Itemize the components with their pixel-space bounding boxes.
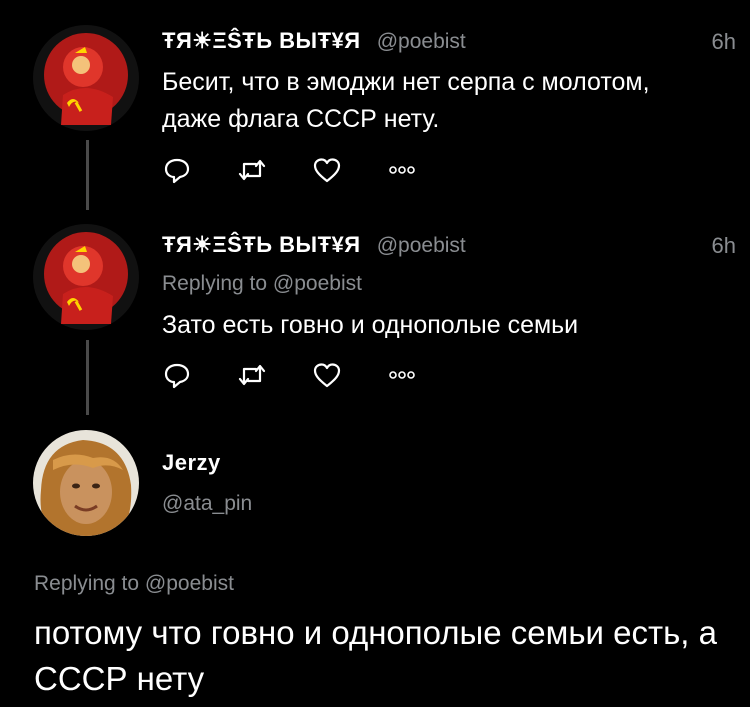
communist-avatar-icon[interactable] [33, 224, 139, 330]
user-handle[interactable]: @poebist [377, 234, 466, 257]
tweet-actions [162, 360, 462, 390]
tweet-time[interactable]: 6h [712, 233, 736, 259]
replying-to-label: Replying to [162, 272, 268, 295]
display-name[interactable]: ŦЯ☀ΞŜŦЬ ВЫŦ¥Я [162, 232, 361, 257]
retweet-icon[interactable] [237, 360, 267, 390]
communist-avatar-icon[interactable] [33, 25, 139, 131]
replying-to-label: Replying to [34, 572, 140, 595]
tweet-text: потому что говно и однополые семьи есть,… [34, 614, 717, 697]
like-icon[interactable] [312, 155, 342, 185]
user-handle-text[interactable]: @ata_pin [162, 492, 252, 515]
reply-icon[interactable] [162, 360, 192, 390]
tweet[interactable]: ŦЯ☀ΞŜŦЬ ВЫŦ¥Я @poebist 6h Replying to @p… [0, 210, 750, 410]
tweet[interactable]: ŦЯ☀ΞŜŦЬ ВЫŦ¥Я @poebist 6h Бесит, что в э… [0, 0, 750, 200]
display-name[interactable]: Jerzy [162, 450, 221, 475]
more-icon[interactable] [387, 360, 417, 390]
like-icon[interactable] [312, 360, 342, 390]
replying-to-handle[interactable]: @poebist [145, 572, 234, 595]
user-handle: @ata_pin [162, 492, 252, 516]
reply-icon[interactable] [162, 155, 192, 185]
tweet-time[interactable]: 6h [712, 29, 736, 55]
tweet-text: Бесит, что в эмоджи нет серпа с молотом,… [162, 68, 650, 133]
tweet-header: Jerzy [162, 450, 221, 476]
user-handle[interactable]: @poebist [377, 30, 466, 53]
user-photo-avatar-icon[interactable] [33, 430, 139, 536]
tweet-text: Зато есть говно и однополые семьи [162, 311, 579, 339]
tweet-header: ŦЯ☀ΞŜŦЬ ВЫŦ¥Я @poebist [162, 28, 466, 54]
more-icon[interactable] [387, 155, 417, 185]
display-name[interactable]: ŦЯ☀ΞŜŦЬ ВЫŦ¥Я [162, 28, 361, 53]
replying-to-handle[interactable]: @poebist [273, 272, 362, 295]
focused-tweet[interactable]: Jerzy @ata_pin Replying to @poebist пото… [0, 420, 750, 707]
replying-to: Replying to @poebist [162, 272, 362, 296]
tweet-actions [162, 155, 462, 185]
replying-to: Replying to @poebist [34, 572, 234, 596]
tweet-header: ŦЯ☀ΞŜŦЬ ВЫŦ¥Я @poebist [162, 232, 466, 258]
retweet-icon[interactable] [237, 155, 267, 185]
